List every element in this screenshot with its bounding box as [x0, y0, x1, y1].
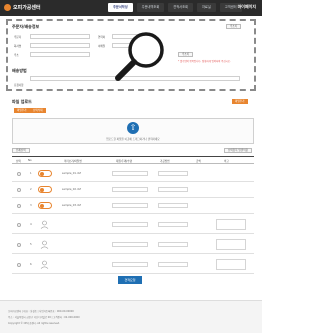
- phone-label: 연락처: [98, 36, 106, 39]
- row-no: 3: [30, 204, 32, 207]
- method-input[interactable]: [158, 242, 188, 247]
- order-info-title: 주문자/배송정보: [12, 24, 40, 29]
- site-logo[interactable]: 오피가공센터: [4, 4, 41, 11]
- delivery-title: 배송방법: [12, 68, 27, 73]
- row-checkbox[interactable]: [17, 263, 21, 267]
- row-checkbox[interactable]: [17, 243, 21, 247]
- tab-order[interactable]: 주문서작성: [108, 3, 133, 12]
- preview-toggle[interactable]: [38, 202, 52, 209]
- upload-dropzone[interactable]: ⇧ 업로드할 파일을 이곳에 드래그하거나 클릭하세요: [12, 118, 254, 144]
- method-input[interactable]: [158, 171, 188, 176]
- footer-copyright: Copyright © OP가공센터. All rights reserved.: [8, 322, 60, 325]
- file-upload-title: 파일 업로드: [12, 99, 32, 104]
- file-help-button[interactable]: 파일추가: [232, 99, 248, 104]
- required-warning: * 필수입력 항목입니다. 정확하게 입력하여 주십시오.: [178, 60, 231, 63]
- address-input[interactable]: [30, 52, 90, 57]
- row-no: 4: [30, 223, 32, 226]
- company-label: 회사명: [14, 45, 22, 48]
- footer-company-info: 오피가공센터 | 대표 : 홍길동 | 사업자등록번호 : 000-00-000…: [8, 310, 74, 313]
- toggle-knob: [40, 188, 44, 192]
- row-filename: sample_01.dxf: [62, 172, 81, 175]
- material-input[interactable]: [112, 222, 148, 227]
- table-row[interactable]: 6: [12, 256, 254, 274]
- method-input[interactable]: [158, 187, 188, 192]
- note-input[interactable]: [216, 239, 246, 250]
- row-checkbox[interactable]: [17, 223, 21, 227]
- submit-button[interactable]: 견적요청: [118, 276, 142, 284]
- table-header: 선택 No 미리보기/파일명 재질/두께/수량 가공방법 금액 비고: [12, 156, 254, 164]
- header-method: 가공방법: [160, 160, 170, 163]
- header-material: 재질/두께/수량: [116, 160, 133, 163]
- magnifier-icon: [115, 32, 164, 81]
- table-row[interactable]: 4: [12, 216, 254, 234]
- tab-quote[interactable]: 견적서조회: [168, 3, 193, 12]
- footer-address: 주소 : 서울특별시 금천구 가산디지털로 00 | 고객센터 : 02-000…: [8, 316, 80, 319]
- material-input[interactable]: [112, 171, 148, 176]
- row-no: 6: [30, 263, 32, 266]
- upload-icon: ⇧: [127, 122, 139, 134]
- tab-archive[interactable]: 자료실: [196, 3, 216, 12]
- header-price: 금액: [196, 160, 201, 163]
- material-input[interactable]: [112, 262, 148, 267]
- row-filename: sample_03.dxf: [62, 204, 81, 207]
- main-tabs: 주문서작성 주문내역조회 견적서조회 자료실 고객센터: [108, 3, 242, 12]
- material-input[interactable]: [112, 203, 148, 208]
- row-no: 2: [30, 188, 32, 191]
- header-select: 선택: [16, 160, 21, 163]
- table-row[interactable]: 1 sample_01.dxf: [12, 166, 254, 182]
- preview-toggle[interactable]: [38, 186, 52, 193]
- logo-text: 오피가공센터: [13, 5, 41, 11]
- toggle-knob: [40, 172, 44, 176]
- material-input[interactable]: [112, 242, 148, 247]
- top-navigation-bar: 오피가공센터 주문서작성 주문내역조회 견적서조회 자료실 고객센터 마이페이지: [0, 0, 262, 16]
- email-label: 이메일: [98, 45, 106, 48]
- delete-file-button[interactable]: 선택삭제: [30, 108, 46, 113]
- table-row[interactable]: 2 sample_02.dxf: [12, 182, 254, 198]
- upload-hint: 업로드할 파일을 이곳에 드래그하거나 클릭하세요: [106, 138, 160, 141]
- company-input[interactable]: [30, 43, 90, 48]
- add-file-button[interactable]: 파일추가: [14, 108, 30, 113]
- row-checkbox[interactable]: [17, 188, 21, 192]
- name-input[interactable]: [30, 34, 90, 39]
- material-input[interactable]: [112, 187, 148, 192]
- address-book-button[interactable]: 주소록: [226, 24, 242, 29]
- row-checkbox[interactable]: [17, 204, 21, 208]
- select-all-button[interactable]: 전체선택: [12, 148, 30, 153]
- row-no: 5: [30, 243, 32, 246]
- note-input[interactable]: [216, 219, 246, 230]
- person-icon: [40, 240, 49, 249]
- zipcode-button[interactable]: 주소록: [178, 52, 194, 57]
- request-label: 요청사항: [14, 84, 24, 87]
- table-row[interactable]: 5: [12, 236, 254, 254]
- mypage-link[interactable]: 마이페이지: [238, 4, 256, 10]
- tab-order-history[interactable]: 주문내역조회: [136, 3, 165, 12]
- row-no: 1: [30, 172, 32, 175]
- name-label: 주문자: [14, 36, 22, 39]
- batch-apply-button[interactable]: 선택항목 일괄적용: [224, 148, 252, 153]
- table-row[interactable]: 3 sample_03.dxf: [12, 198, 254, 214]
- method-input[interactable]: [158, 222, 188, 227]
- header-file: 미리보기/파일명: [64, 160, 82, 163]
- person-icon: [40, 260, 49, 269]
- header-no: No: [28, 159, 32, 162]
- row-checkbox[interactable]: [17, 172, 21, 176]
- header-note: 비고: [224, 160, 229, 163]
- row-filename: sample_02.dxf: [62, 188, 81, 191]
- preview-toggle[interactable]: [38, 170, 52, 177]
- logo-icon: [4, 4, 11, 11]
- method-input[interactable]: [158, 203, 188, 208]
- toggle-knob: [40, 204, 44, 208]
- note-input[interactable]: [216, 259, 246, 270]
- method-input[interactable]: [158, 262, 188, 267]
- page-footer: 오피가공센터 | 대표 : 홍길동 | 사업자등록번호 : 000-00-000…: [0, 300, 262, 333]
- person-icon: [40, 220, 49, 229]
- address-label: 주소: [14, 54, 19, 57]
